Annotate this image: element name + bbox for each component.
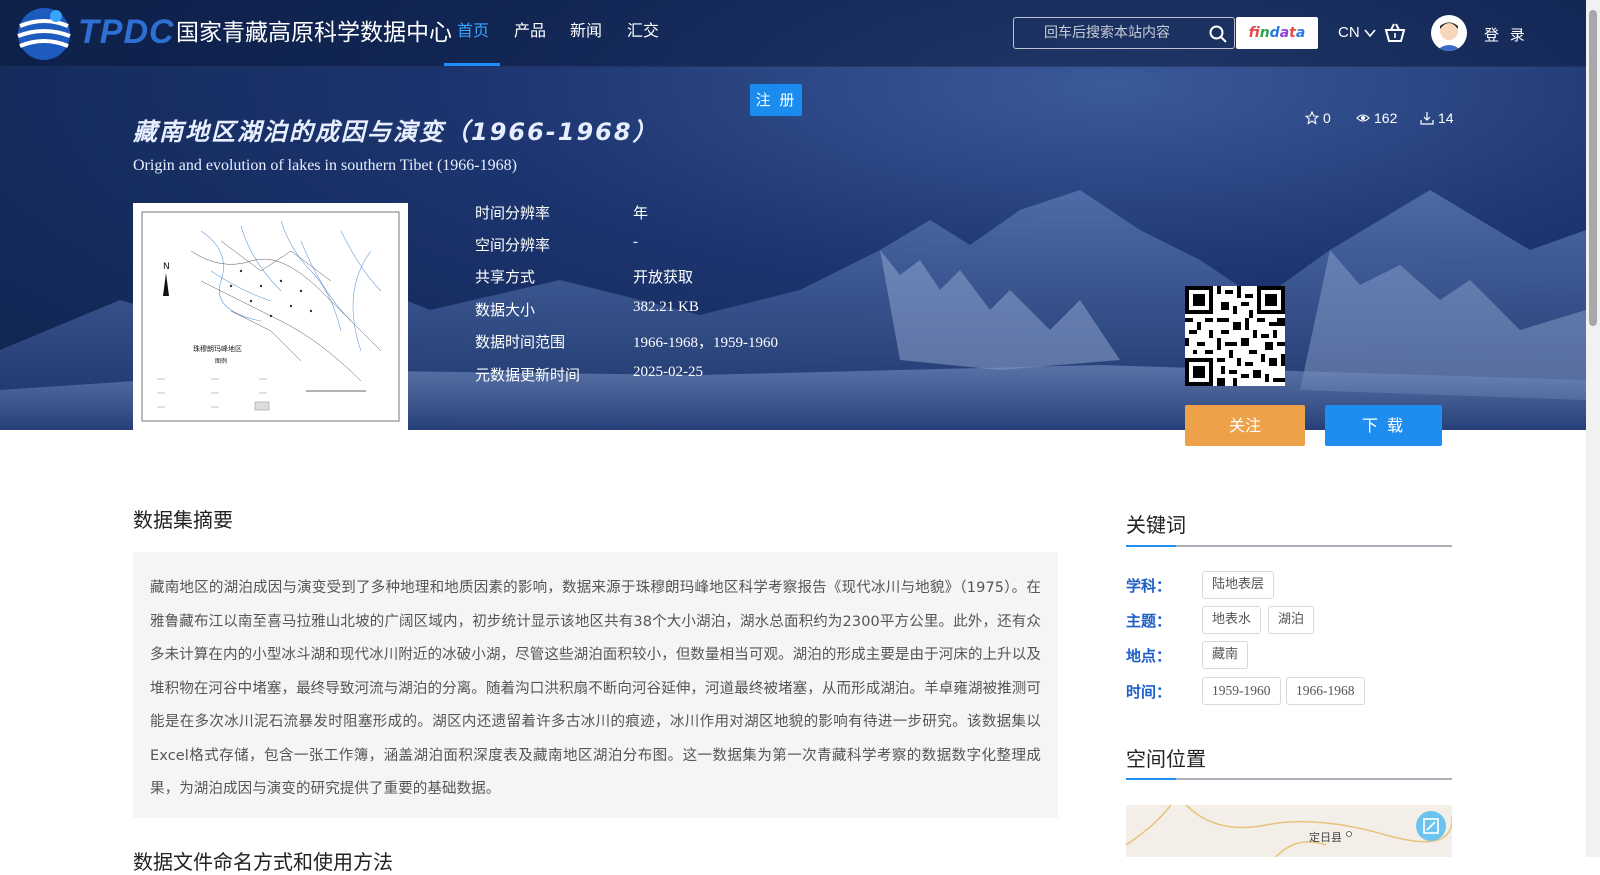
keyword-label-time: 时间：	[1126, 683, 1172, 701]
search-box	[1013, 17, 1235, 49]
map-roads	[1126, 805, 1452, 857]
meta-row: 元数据更新时间 2025-02-25	[475, 364, 815, 388]
keywords-divider	[1126, 545, 1452, 547]
dataset-title-cn: 藏南地区湖泊的成因与演变（1966-1968）	[133, 118, 659, 146]
keyword-tag[interactable]: 陆地表层	[1202, 571, 1275, 599]
search-input[interactable]	[1024, 18, 1204, 48]
star-icon	[1305, 111, 1319, 125]
downloads-count: 14	[1438, 110, 1454, 126]
meta-key: 数据时间范围	[475, 333, 566, 351]
keyword-tag[interactable]: 1959-1960	[1202, 677, 1281, 705]
register-button[interactable]: 注 册	[750, 84, 802, 116]
nav-home[interactable]: 首页	[457, 20, 489, 42]
nav-products[interactable]: 产品	[514, 20, 546, 42]
meta-key: 空间分辨率	[475, 236, 551, 254]
language-switch[interactable]: CN	[1338, 24, 1376, 41]
stars-stat[interactable]: 0	[1305, 108, 1331, 128]
expand-icon	[1423, 818, 1439, 834]
scrollbar-thumb[interactable]	[1589, 10, 1597, 326]
logo-text: TPDC	[78, 13, 175, 51]
keyword-label-theme: 主题：	[1126, 612, 1172, 630]
dataset-title-en: Origin and evolution of lakes in souther…	[133, 157, 517, 174]
nav-submit[interactable]: 汇交	[627, 20, 659, 42]
follow-button[interactable]: 关注	[1185, 405, 1305, 446]
meta-key: 元数据更新时间	[475, 366, 581, 384]
meta-value: 2025-02-25	[633, 364, 703, 380]
download-icon	[1420, 112, 1434, 125]
cart-icon[interactable]	[1384, 22, 1406, 44]
views-count: 162	[1374, 110, 1398, 126]
meta-row: 数据大小 382.21 KB	[475, 299, 815, 323]
user-avatar-icon	[1436, 22, 1462, 51]
location-map[interactable]: 定日县	[1126, 805, 1452, 857]
keyword-tag[interactable]: 1966-1968	[1286, 677, 1365, 705]
login-link[interactable]: 登 录	[1484, 24, 1528, 45]
eye-icon	[1356, 114, 1370, 122]
qr-code	[1185, 286, 1285, 386]
tpdc-logo-icon	[17, 8, 71, 60]
meta-value: 年	[633, 206, 649, 222]
download-button[interactable]: 下 载	[1325, 405, 1442, 446]
location-title: 空间位置	[1126, 747, 1206, 771]
keyword-tag[interactable]: 藏南	[1202, 641, 1249, 669]
nav-news[interactable]: 新闻	[570, 20, 602, 42]
lake-distribution-map: N 珠穆朗玛峰地区 图例	[141, 211, 400, 422]
nav-active-underline	[444, 63, 500, 66]
meta-key: 共享方式	[475, 268, 536, 286]
dataset-thumbnail[interactable]: N 珠穆朗玛峰地区 图例	[133, 203, 408, 430]
keyword-label-place: 地点：	[1126, 647, 1172, 665]
keyword-tag[interactable]: 地表水	[1202, 606, 1262, 634]
language-label: CN	[1338, 24, 1360, 41]
meta-value: 1966-1968，1959-1960	[633, 335, 778, 351]
views-stat: 162	[1356, 108, 1397, 128]
abstract-title: 数据集摘要	[133, 508, 233, 532]
map-place-label: 定日县	[1309, 831, 1342, 844]
meta-row: 时间分辨率 年	[475, 202, 815, 226]
meta-key: 时间分辨率	[475, 204, 551, 222]
abstract-text: 藏南地区的湖泊成因与演变受到了多种地理和地质因素的影响，数据来源于珠穆朗玛峰地区…	[133, 552, 1058, 818]
hero-banner: TPDC 国家青藏高原科学数据中心 首页 产品 新闻 汇交 findata CN…	[0, 0, 1586, 430]
meta-value: 开放获取	[633, 270, 694, 286]
stars-count: 0	[1323, 110, 1331, 126]
chevron-down-icon	[1364, 29, 1376, 38]
thumbnail-caption: 珠穆朗玛峰地区	[193, 344, 242, 353]
file-naming-title: 数据文件命名方式和使用方法	[133, 850, 393, 874]
location-divider	[1126, 778, 1452, 780]
meta-row: 数据时间范围 1966-1968，1959-1960	[475, 331, 815, 355]
svg-text:N: N	[163, 262, 170, 272]
page-scrollbar[interactable]	[1586, 0, 1600, 857]
keyword-label-subject: 学科：	[1126, 577, 1172, 595]
fullscreen-button[interactable]	[1416, 811, 1446, 841]
site-name: 国家青藏高原科学数据中心	[176, 20, 452, 46]
meta-key: 数据大小	[475, 301, 536, 319]
meta-value: -	[633, 234, 638, 250]
downloads-stat: 14	[1420, 108, 1454, 128]
keyword-tag[interactable]: 湖泊	[1268, 606, 1315, 634]
avatar[interactable]	[1431, 15, 1467, 51]
findata-link[interactable]: findata	[1236, 17, 1318, 49]
search-icon[interactable]	[1208, 24, 1228, 44]
meta-row: 共享方式 开放获取	[475, 266, 815, 290]
meta-value: 382.21 KB	[633, 299, 699, 315]
meta-row: 空间分辨率 -	[475, 234, 815, 258]
keywords-title: 关键词	[1126, 513, 1186, 537]
thumbnail-legend: 图例	[215, 357, 227, 365]
